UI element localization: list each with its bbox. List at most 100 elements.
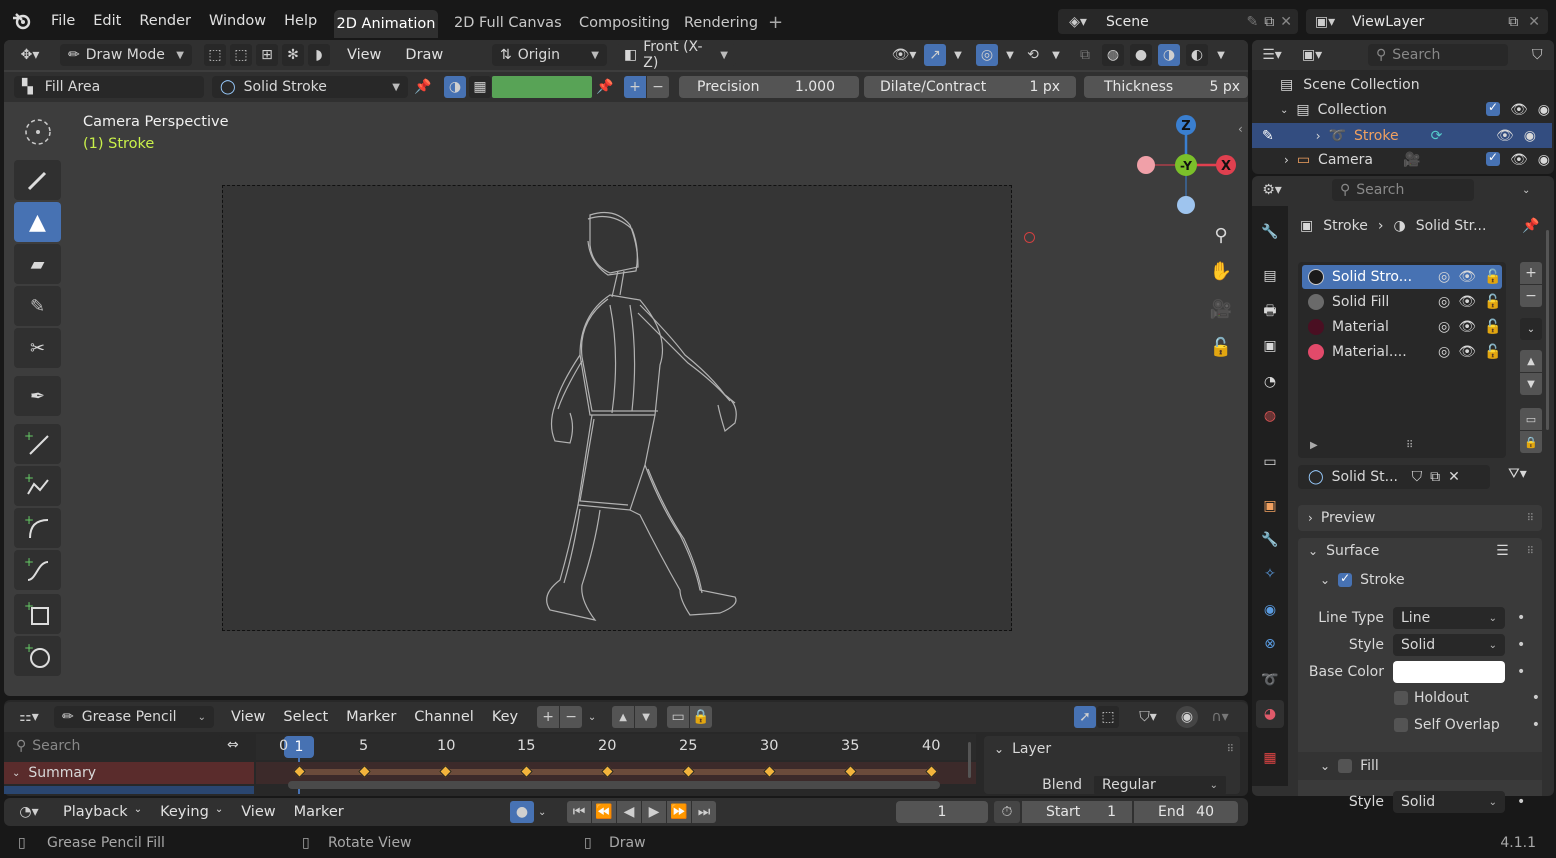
data-tab-icon[interactable]: ➰ (1256, 666, 1284, 694)
menu-view[interactable]: View (222, 709, 274, 725)
material-datablock[interactable]: ◯ Solid St... ⛉ ⧉ ✕ (1298, 465, 1490, 489)
navigation-gizmo[interactable]: Z X -Y (1130, 110, 1240, 220)
chevron-down-icon[interactable]: ▼ (1214, 50, 1228, 61)
blend-select[interactable]: Regular ⌄ (1094, 776, 1226, 794)
move-down-button[interactable]: ▼ (635, 706, 658, 728)
move-up-button[interactable]: ▲ (1520, 350, 1542, 372)
tab-rendering[interactable]: Rendering (684, 15, 758, 31)
stroke-enabled-checkbox[interactable] (1338, 571, 1353, 587)
drag-handle-icon[interactable]: ⠿ (1527, 546, 1534, 557)
orientation-selector[interactable]: ◧ Front (X-Z) ▼ (616, 39, 736, 71)
camera-render-icon[interactable]: ◉ (1524, 128, 1536, 144)
dopesheet-search[interactable]: ⚲ Search (8, 735, 222, 757)
mode-selector[interactable]: ✏ Draw Mode ▼ (60, 44, 192, 66)
dopesheet-editor-icon[interactable]: ⚏▾ (4, 709, 54, 725)
clock-icon[interactable]: ⏱ (994, 801, 1020, 823)
vertex-color-icon[interactable]: ◑ (444, 76, 466, 98)
tint-tool[interactable]: ✎ (14, 286, 61, 326)
display-mode-icon[interactable]: ▣▾ (1292, 47, 1332, 63)
surface-section-header[interactable]: ⌄ Surface ☰ ⠿ (1298, 538, 1542, 564)
box-tool[interactable]: + (14, 594, 61, 634)
eyedropper-tool[interactable]: ✒ (14, 376, 61, 416)
duplicate-icon[interactable]: ⧉ (1430, 469, 1440, 485)
solid-shading-icon[interactable]: ● (1130, 44, 1152, 66)
scene-selector[interactable]: ◈▾ Scene ✎ ⧉ ✕ (1058, 9, 1298, 34)
outliner-item-collection[interactable]: ⌄ ▤Collection 👁◉ (1280, 100, 1550, 118)
falloff-icon[interactable]: ∩▾ (1202, 709, 1238, 725)
keyframe-dot-icon[interactable]: • (1517, 664, 1525, 680)
lock-icon[interactable]: 🔓 (1484, 294, 1501, 310)
outliner-item-stroke[interactable]: ✎ › ➰ Stroke ⟳ 👁 ◉ (1252, 123, 1552, 148)
chevron-down-icon[interactable]: ▼ (1050, 50, 1062, 61)
precision-field[interactable]: Precision 1.000 (679, 76, 859, 98)
play-button[interactable]: ▶ (642, 801, 666, 823)
outliner-root[interactable]: ▤ Scene Collection (1280, 77, 1420, 93)
chevron-down-icon[interactable]: ⌄ (538, 807, 546, 818)
tab-2d-full-canvas[interactable]: 2D Full Canvas (454, 15, 562, 31)
display-layer-icon[interactable]: ▭ (667, 706, 690, 728)
self-overlap-row[interactable]: Self Overlap • (1394, 717, 1540, 733)
fill-subsection-header[interactable]: ⌄ Fill (1298, 752, 1542, 780)
tool-tab-icon[interactable]: 🔧 (1256, 218, 1284, 246)
select-box-icon[interactable]: ⬚ (204, 44, 226, 66)
render-tab-icon[interactable]: ▤ (1256, 262, 1284, 290)
slot-menu-button[interactable]: ⌄ (1520, 318, 1542, 340)
onion-skin-icon[interactable]: ◎ (1438, 294, 1450, 310)
material-slot[interactable]: Material ◎ 👁 🔓 (1302, 315, 1502, 339)
editor-type-icon[interactable]: ✥▾ (4, 42, 56, 68)
texture-tab-icon[interactable]: ▦ (1256, 744, 1284, 772)
properties-editor-icon[interactable]: ⚙▾ (1252, 182, 1292, 198)
menu-marker[interactable]: Marker (285, 804, 353, 820)
menu-view[interactable]: View (338, 47, 390, 63)
outliner-item-camera[interactable]: › ▭ Camera 🎥 👁◉ (1284, 150, 1550, 168)
stroke-overlay-icon[interactable]: ⟲ (1022, 47, 1044, 63)
stroke-subsection-header[interactable]: ⌄ Stroke (1320, 571, 1405, 588)
remove-layer-button[interactable]: − (560, 706, 583, 728)
auto-keying-button[interactable]: ● (510, 801, 534, 823)
menu-marker[interactable]: Marker (337, 709, 405, 725)
pin-icon[interactable]: 📌 (594, 79, 616, 95)
close-icon[interactable]: ✕ (1280, 14, 1292, 30)
keyframe-dot-icon[interactable]: • (1517, 637, 1525, 653)
circle-tool[interactable]: + (14, 636, 61, 676)
exclude-checkbox[interactable] (1486, 150, 1500, 166)
play-reverse-button[interactable]: ◀ (617, 801, 641, 823)
material-selector[interactable]: ◯ Solid Stroke ▼ (212, 76, 408, 98)
base-color-swatch[interactable] (1393, 661, 1505, 683)
keyframe-dot-icon[interactable]: • (1532, 690, 1540, 706)
overlay-icon[interactable]: ◎ (976, 44, 998, 66)
menu-keying[interactable]: Keying ⌄ (151, 804, 232, 820)
arc-tool[interactable]: + (14, 508, 61, 548)
swap-icon[interactable]: ⇔ (227, 737, 239, 753)
remove-slot-button[interactable]: − (1520, 285, 1542, 307)
material-tab-icon[interactable]: ◕ (1256, 700, 1284, 728)
onion-skin-icon[interactable]: ◎ (1438, 269, 1450, 285)
jump-end-button[interactable]: ⏭ (692, 801, 716, 823)
tab-2d-animation[interactable]: 2D Animation (334, 10, 438, 38)
viewlayer-name[interactable]: ViewLayer (1344, 14, 1508, 30)
visibility-icon[interactable]: 👁▾ (890, 47, 918, 63)
pin-icon[interactable]: 📌 (412, 79, 434, 95)
menu-render[interactable]: Render (130, 13, 200, 29)
edit-pencil-icon[interactable]: ✎ (1262, 128, 1274, 144)
dopesheet-vscrollbar[interactable] (968, 742, 971, 778)
move-up-button[interactable]: ▲ (612, 706, 635, 728)
self-overlap-checkbox[interactable] (1394, 718, 1408, 732)
tool-selector[interactable]: ▚ Fill Area (14, 76, 204, 98)
snowflake-icon[interactable]: ✻ (282, 44, 304, 66)
line-type-select[interactable]: Line ⌄ (1393, 607, 1505, 629)
end-frame-field[interactable]: End 40 (1134, 801, 1238, 823)
origin-selector[interactable]: ⇅ Origin ▼ (492, 44, 607, 66)
new-viewlayer-icon[interactable]: ⧉ (1508, 14, 1518, 30)
fake-user-icon[interactable]: ⛉ (1412, 469, 1423, 485)
fill-tool[interactable]: ▲ (14, 202, 61, 242)
physics-tab-icon[interactable]: ◉ (1256, 596, 1284, 624)
lock-icon[interactable]: 🔓 (1484, 269, 1501, 285)
menu-draw[interactable]: Draw (396, 47, 452, 63)
world-tab-icon[interactable]: ◍ (1256, 402, 1284, 430)
menu-select[interactable]: Select (274, 709, 337, 725)
menu-help[interactable]: Help (275, 13, 326, 29)
keyframe-dot-icon[interactable]: • (1532, 717, 1540, 733)
resize-handle-icon[interactable]: ⠿ (1406, 440, 1413, 451)
pan-hand-icon[interactable]: ✋ (1208, 258, 1234, 284)
